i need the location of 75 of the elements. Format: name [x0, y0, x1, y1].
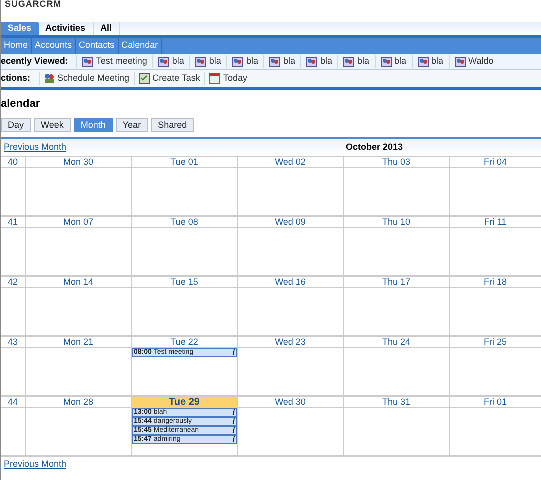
module-tab[interactable]: Sales: [1, 22, 39, 35]
logo: SUGARCRM: [5, 0, 62, 9]
recent-item[interactable]: bla: [189, 54, 226, 68]
calendar-icon: [209, 73, 220, 84]
day-header[interactable]: Thu 03: [344, 157, 449, 168]
recent-item[interactable]: bla: [300, 54, 338, 68]
day-header[interactable]: Tue 01: [132, 157, 237, 168]
module-tab[interactable]: Activities: [38, 22, 94, 35]
recent-item[interactable]: bla: [152, 54, 190, 68]
info-glyph[interactable]: i: [232, 426, 235, 434]
day-header[interactable]: Thu 31: [344, 397, 449, 408]
day-header[interactable]: Tue 15: [132, 277, 237, 288]
action-link[interactable]: Create Task: [134, 72, 204, 86]
day-header[interactable]: Fri 25: [450, 337, 541, 348]
day-header[interactable]: Thu 17: [344, 277, 449, 288]
day-header[interactable]: Fri 01: [450, 397, 541, 408]
info-glyph[interactable]: i: [232, 418, 235, 426]
view-button[interactable]: Day: [1, 118, 32, 132]
recent-item[interactable]: bla: [337, 54, 374, 68]
recent-item[interactable]: bla: [263, 54, 300, 68]
day-header[interactable]: Mon 28: [26, 397, 131, 408]
week-number[interactable]: 44: [1, 397, 25, 408]
meeting-icon: [195, 56, 206, 66]
month-title: October 2013: [346, 140, 404, 154]
page-title: alendar: [1, 96, 40, 112]
day-header[interactable]: Fri 04: [450, 157, 541, 168]
view-button[interactable]: Month: [74, 118, 113, 132]
module-tab[interactable]: All: [94, 22, 120, 35]
day-header[interactable]: Mon 07: [26, 217, 131, 228]
day-header[interactable]: Wed 23: [238, 337, 343, 348]
day-header[interactable]: Tue 29: [132, 397, 237, 408]
week-number[interactable]: 43: [1, 337, 25, 348]
day-header[interactable]: Wed 09: [238, 217, 343, 228]
actions-label: ctions:: [1, 72, 32, 85]
day-header[interactable]: Fri 11: [450, 217, 541, 228]
meeting-icon: [343, 56, 354, 66]
day-header[interactable]: Wed 16: [238, 277, 343, 288]
view-button[interactable]: Shared: [151, 118, 194, 132]
day-header[interactable]: Thu 10: [344, 217, 449, 228]
recent-item[interactable]: Test meeting: [76, 54, 152, 68]
meeting-icon: [158, 56, 170, 66]
recent-item[interactable]: Waldo: [448, 54, 499, 68]
info-glyph[interactable]: i: [232, 408, 235, 416]
day-header[interactable]: Mon 14: [26, 277, 131, 288]
day-header[interactable]: Tue 08: [132, 217, 237, 228]
meeting-icon: [232, 56, 244, 66]
info-glyph[interactable]: i: [232, 348, 235, 356]
recently-viewed-label: ecently Viewed:: [1, 54, 70, 68]
day-header[interactable]: Wed 30: [238, 397, 343, 408]
meeting-icon: [454, 56, 466, 66]
week-number[interactable]: 41: [1, 217, 25, 228]
meeting-icon: [306, 56, 318, 66]
recent-item[interactable]: bla: [374, 54, 412, 68]
week-number[interactable]: 40: [1, 157, 25, 168]
day-header[interactable]: Mon 21: [26, 337, 131, 348]
previous-month-link[interactable]: Previous Month: [1, 140, 346, 154]
task-icon: [138, 73, 150, 84]
meeting-icon: [418, 56, 429, 66]
action-link[interactable]: Today: [204, 72, 252, 86]
view-button[interactable]: Year: [116, 118, 148, 132]
view-button[interactable]: Week: [34, 118, 71, 132]
day-header[interactable]: Wed 02: [238, 157, 343, 168]
day-header[interactable]: Fri 18: [450, 277, 541, 288]
meeting-icon: [380, 56, 392, 66]
week-number[interactable]: 42: [1, 277, 25, 288]
recent-item[interactable]: bla: [226, 54, 264, 68]
action-link[interactable]: Schedule Meeting: [38, 72, 134, 86]
people-icon: [44, 73, 55, 84]
day-header[interactable]: Thu 24: [344, 337, 449, 348]
info-glyph[interactable]: i: [232, 436, 235, 444]
recent-item[interactable]: bla: [412, 54, 449, 68]
day-header[interactable]: Mon 30: [26, 157, 131, 168]
meeting-icon: [269, 56, 280, 66]
previous-month-link[interactable]: Previous Month: [1, 458, 541, 472]
meeting-icon: [82, 56, 94, 66]
